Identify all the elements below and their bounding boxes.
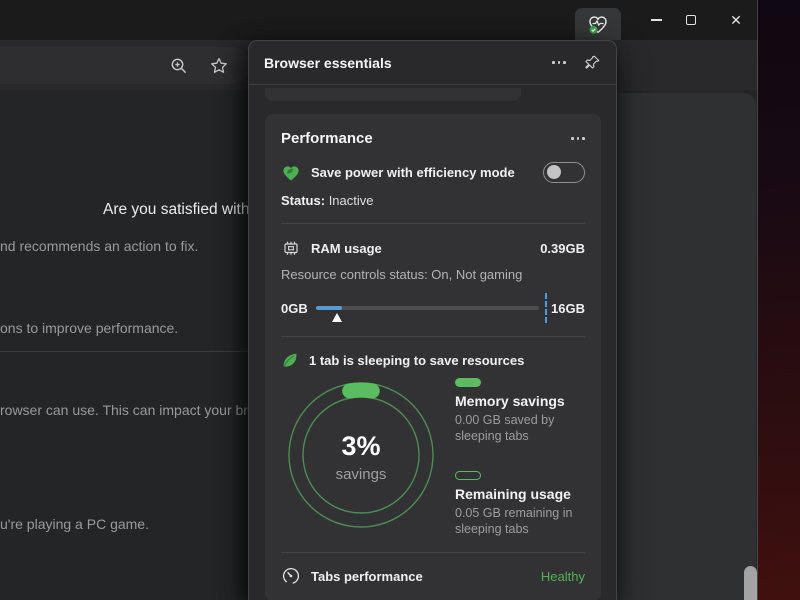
ram-usage-label: RAM usage [311,241,530,256]
close-button[interactable]: ✕ [715,0,757,40]
savings-label: savings [336,466,387,483]
page-text-fragment: u're playing a PC game. [0,516,149,532]
divider [281,336,585,337]
savings-chart-row: 3% savings Memory savings 0.00 GB saved … [281,375,585,537]
efficiency-mode-label: Save power with efficiency mode [311,165,533,180]
tabs-performance-label: Tabs performance [311,569,531,584]
page-text-fragment: rowser can use. This can impact your bro [0,402,256,418]
divider [281,552,585,553]
browser-essentials-flyout: Browser essentials Performance [248,40,617,600]
performance-card: Performance Save power with efficiency m… [265,114,601,600]
remaining-usage-title: Remaining usage [455,486,585,502]
flyout-header: Browser essentials [249,41,616,85]
efficiency-heart-leaf-icon [281,163,301,183]
performance-more-icon[interactable] [571,137,585,140]
scrolled-card-remnant [265,88,521,101]
chart-legend: Memory savings 0.00 GB saved by sleeping… [455,375,585,537]
savings-percent: 3% [341,431,380,461]
address-bar[interactable] [0,47,250,84]
settings-page-card [600,93,756,600]
window-edge [757,0,758,600]
remaining-usage-desc: 0.05 GB remaining in sleeping tabs [455,505,585,537]
heart-pulse-icon [587,14,609,34]
toggle-knob [547,165,562,180]
pin-icon[interactable] [584,54,601,71]
sleeping-tabs-header: 1 tab is sleeping to save resources [309,353,585,368]
titlebar: ✕ [0,0,758,40]
gauge-icon [281,566,301,586]
maximize-icon [686,15,696,25]
zoom-in-icon[interactable] [168,55,189,76]
efficiency-mode-toggle[interactable] [543,162,585,183]
page-text-fragment: nd recommends an action to fix. [0,238,198,254]
limit-dashed-line [545,293,547,323]
savings-donut-chart: 3% savings [281,375,441,535]
range-min-label: 0GB [281,301,308,316]
slider-fill [316,306,342,310]
slider-marker-icon[interactable] [332,313,342,322]
memory-savings-desc: 0.00 GB saved by sleeping tabs [455,412,585,444]
favorites-star-icon[interactable] [208,55,229,76]
slider-track[interactable] [316,306,539,310]
ram-usage-value: 0.39GB [540,241,585,256]
flyout-more-icon[interactable] [552,61,566,64]
memory-savings-title: Memory savings [455,393,585,409]
minimize-icon [651,19,662,21]
ram-range-slider[interactable]: 0GB 16GB [281,295,585,321]
screen: ✕ [0,0,800,600]
page-divider [0,351,248,352]
efficiency-status: Status: Inactive [281,193,585,208]
divider [281,223,585,224]
flyout-title: Browser essentials [264,55,552,71]
sleeping-leaf-icon [281,351,299,369]
resource-controls-status: Resource controls status: On, Not gaming [281,267,585,282]
page-text-fragment: ons to improve performance. [0,320,178,336]
browser-essentials-toolbar-button[interactable] [575,8,621,40]
remaining-usage-marker [455,471,481,480]
memory-savings-marker [455,378,481,387]
range-max-label: 16GB [551,301,585,316]
tabs-performance-status: Healthy [541,569,585,584]
maximize-button[interactable] [670,0,712,40]
scrollbar-thumb[interactable] [744,566,757,600]
close-icon: ✕ [730,12,742,29]
tabs-performance-row[interactable]: Tabs performance Healthy [281,566,585,586]
page-heading-fragment: Are you satisfied with pe [103,201,271,219]
performance-title: Performance [281,130,373,147]
ram-chip-icon [281,238,301,258]
